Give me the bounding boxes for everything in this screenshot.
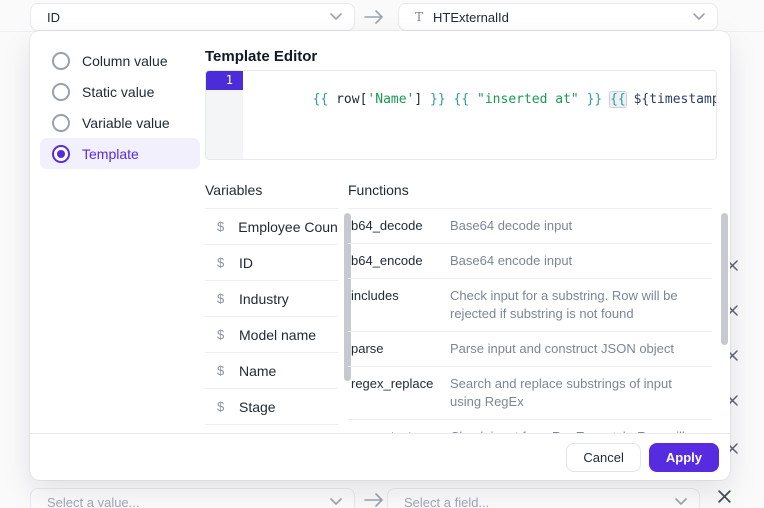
option-label: Variable value: [82, 115, 170, 131]
chevron-down-icon: [330, 498, 342, 506]
variable-name: Name: [239, 363, 276, 379]
variables-list: $ Employee Count $ ID $ Industry $ Model…: [205, 208, 338, 431]
modal-footer: Cancel Apply: [30, 433, 730, 480]
code-token: [422, 92, 430, 107]
function-item[interactable]: regex_replace Search and replace substri…: [348, 367, 712, 420]
cancel-button[interactable]: Cancel: [566, 443, 640, 472]
arrow-right-icon: [363, 492, 385, 508]
function-item[interactable]: regex_test Check input for a RegEx match…: [348, 420, 712, 433]
value-type-option[interactable]: Template: [40, 138, 200, 169]
new-row-value-select[interactable]: Select a value...: [30, 488, 355, 508]
variable-name: Model name: [239, 327, 316, 343]
variable-name: Stage: [239, 399, 276, 415]
variable-name: Industry: [239, 291, 289, 307]
radio-button-icon[interactable]: [52, 145, 70, 163]
function-description: Base64 encode input: [450, 252, 698, 270]
target-field-value: HTExternalId: [433, 10, 693, 25]
function-description: Check input for a substring. Row will be…: [450, 287, 698, 323]
source-column-value: ID: [47, 10, 330, 25]
code-token: }}: [430, 92, 453, 107]
code-token: "inserted at": [477, 92, 579, 107]
variable-dollar-icon: $: [217, 255, 225, 270]
code-token: {{: [454, 92, 477, 107]
function-name: b64_encode: [351, 252, 450, 270]
value-select-placeholder: Select a value...: [47, 495, 330, 508]
code-token: [626, 92, 634, 107]
function-item[interactable]: b64_decode Base64 decode input: [348, 209, 712, 244]
source-column-select[interactable]: ID: [30, 3, 355, 31]
arrow-right-icon: [363, 9, 385, 25]
chevron-down-icon: [330, 13, 342, 21]
variable-item[interactable]: $ ID: [205, 245, 338, 281]
code-editor[interactable]: 1 {{ row['Name'] }} {{ "inserted at" }} …: [205, 70, 717, 160]
new-row-field-select[interactable]: Select a field...: [387, 488, 700, 508]
function-item[interactable]: parse Parse input and construct JSON obj…: [348, 332, 712, 367]
variable-item[interactable]: $ Name: [205, 353, 338, 389]
variable-dollar-icon: $: [217, 363, 225, 378]
line-number-gutter: 1: [206, 71, 243, 159]
function-description: Search and replace substrings of input u…: [450, 375, 698, 411]
target-field-select[interactable]: T HTExternalId: [398, 3, 718, 31]
apply-button[interactable]: Apply: [649, 443, 719, 472]
variable-name: Employee Count: [238, 219, 338, 235]
function-description: Parse input and construct JSON object: [450, 340, 698, 358]
radio-button-icon[interactable]: [52, 83, 70, 101]
template-editor-title: Template Editor: [205, 48, 317, 65]
function-description: Base64 decode input: [450, 217, 698, 235]
variable-item[interactable]: $ Model name: [205, 317, 338, 353]
function-name: b64_decode: [351, 217, 450, 235]
code-token: {{: [313, 92, 336, 107]
row-close-icon[interactable]: [717, 489, 732, 504]
field-select-placeholder: Select a field...: [404, 495, 675, 508]
variable-item[interactable]: $ Employee Count: [205, 209, 338, 245]
code-token: {{: [610, 92, 626, 107]
text-type-icon: T: [415, 10, 423, 24]
option-label: Column value: [82, 53, 168, 69]
chevron-down-icon: [675, 498, 687, 506]
function-name: regex_replace: [351, 375, 450, 411]
value-type-option[interactable]: Variable value: [40, 107, 200, 138]
variable-dollar-icon: $: [217, 327, 225, 342]
functions-list: b64_decode Base64 decode input b64_encod…: [348, 208, 712, 433]
functions-heading: Functions: [348, 182, 409, 198]
variable-item[interactable]: $ Stage: [205, 389, 338, 425]
code-token: ${timestamp}: [634, 92, 717, 107]
radio-button-icon[interactable]: [52, 114, 70, 132]
function-name: includes: [351, 287, 450, 323]
option-label: Template: [82, 146, 139, 162]
chevron-down-icon: [693, 13, 705, 21]
value-type-option[interactable]: Column value: [40, 45, 200, 76]
variable-dollar-icon: $: [217, 399, 225, 414]
field-mapping-screen: ID T HTExternalId Column value Static va…: [0, 0, 764, 508]
code-token: row[: [336, 92, 367, 107]
variable-dollar-icon: $: [217, 219, 224, 234]
variable-item[interactable]: $ Industry: [205, 281, 338, 317]
template-editor-modal: Column value Static value Variable value…: [30, 31, 730, 480]
value-type-options: Column value Static value Variable value…: [40, 45, 200, 169]
function-item[interactable]: b64_encode Base64 encode input: [348, 244, 712, 279]
function-item[interactable]: includes Check input for a substring. Ro…: [348, 279, 712, 332]
code-token: [579, 92, 587, 107]
functions-scrollbar[interactable]: [721, 213, 728, 345]
template-code-line[interactable]: {{ row['Name'] }} {{ "inserted at" }} {{…: [243, 71, 717, 159]
option-label: Static value: [82, 84, 154, 100]
variable-name: ID: [239, 255, 253, 271]
radio-button-icon[interactable]: [52, 52, 70, 70]
code-token: }}: [587, 92, 610, 107]
function-name: parse: [351, 340, 450, 358]
variable-dollar-icon: $: [217, 291, 225, 306]
variables-heading: Variables: [205, 182, 262, 198]
code-token: 'Name': [367, 92, 414, 107]
value-type-option[interactable]: Static value: [40, 76, 200, 107]
active-line-number: 1: [206, 71, 243, 90]
